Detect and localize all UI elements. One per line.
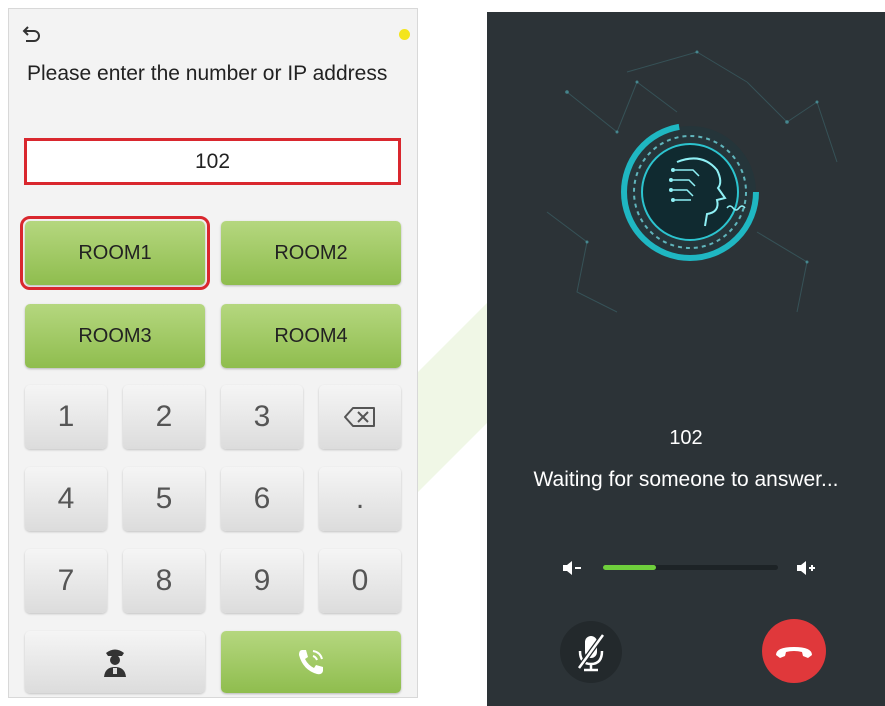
backspace-key[interactable] bbox=[319, 385, 401, 449]
key-6[interactable]: 6 bbox=[221, 467, 303, 531]
key-5[interactable]: 5 bbox=[123, 467, 205, 531]
callee-number: 102 bbox=[669, 427, 703, 449]
key-4[interactable]: 4 bbox=[25, 467, 107, 531]
number-input-value: 102 bbox=[194, 149, 231, 173]
call-screen: 102 Waiting for someone to answer... bbox=[487, 12, 885, 706]
volume-slider[interactable] bbox=[603, 565, 778, 570]
mute-button[interactable] bbox=[560, 621, 622, 683]
key-dot[interactable]: . bbox=[319, 467, 401, 531]
face-scan-icon bbox=[546, 50, 838, 313]
key-7[interactable]: 7 bbox=[25, 549, 107, 613]
room2-button[interactable]: ROOM2 bbox=[221, 221, 401, 285]
room4-label: ROOM4 bbox=[274, 324, 348, 347]
phone-call-icon bbox=[299, 650, 323, 675]
call-button[interactable] bbox=[221, 631, 401, 693]
security-guard-icon bbox=[104, 649, 126, 677]
mic-muted-icon bbox=[576, 633, 606, 672]
dialer-prompt: Please enter the number or IP address bbox=[27, 62, 388, 85]
hang-up-button[interactable] bbox=[762, 619, 826, 683]
room1-button[interactable]: ROOM1 bbox=[20, 216, 210, 290]
dialer-panel: Please enter the number or IP address 10… bbox=[8, 8, 418, 698]
call-guard-button[interactable] bbox=[25, 631, 205, 693]
room1-label: ROOM1 bbox=[78, 241, 152, 264]
call-status: Waiting for someone to answer... bbox=[533, 468, 839, 491]
volume-down-icon[interactable] bbox=[561, 558, 583, 578]
status-dot bbox=[399, 29, 410, 40]
backspace-icon bbox=[344, 407, 375, 427]
number-input[interactable]: 102 bbox=[24, 138, 401, 185]
room3-button[interactable]: ROOM3 bbox=[25, 304, 205, 368]
key-8[interactable]: 8 bbox=[123, 549, 205, 613]
key-9[interactable]: 9 bbox=[221, 549, 303, 613]
volume-up-icon[interactable] bbox=[795, 558, 817, 578]
volume-level bbox=[603, 565, 656, 570]
room2-label: ROOM2 bbox=[274, 241, 348, 264]
key-0[interactable]: 0 bbox=[319, 549, 401, 613]
key-2[interactable]: 2 bbox=[123, 385, 205, 449]
room4-button[interactable]: ROOM4 bbox=[221, 304, 401, 368]
key-3[interactable]: 3 bbox=[221, 385, 303, 449]
key-1[interactable]: 1 bbox=[25, 385, 107, 449]
hang-up-icon bbox=[776, 647, 812, 658]
back-arrow-icon[interactable] bbox=[21, 23, 43, 45]
room3-label: ROOM3 bbox=[78, 324, 152, 347]
